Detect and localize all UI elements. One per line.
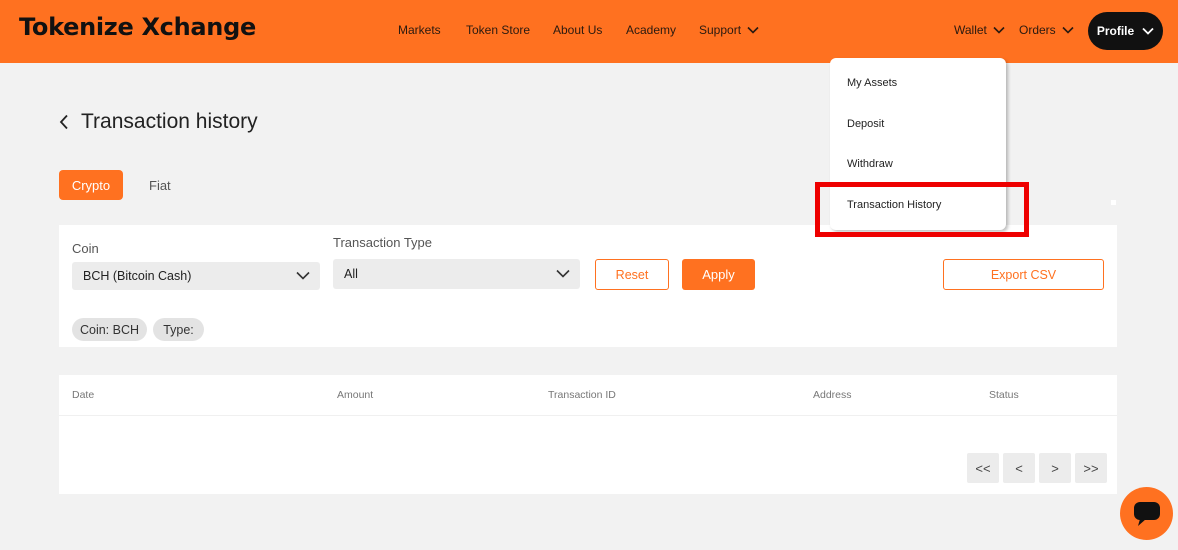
nav-orders-label: Orders	[1019, 23, 1056, 37]
page-header: Transaction history	[59, 110, 258, 134]
nav-markets-label: Markets	[398, 23, 441, 37]
tab-fiat[interactable]: Fiat	[149, 178, 171, 193]
transaction-type-value: All	[344, 267, 358, 281]
column-header-transaction-id: Transaction ID	[548, 389, 616, 401]
chevron-down-icon	[747, 26, 759, 34]
chevron-down-icon	[556, 269, 570, 278]
chevron-down-icon	[1062, 26, 1074, 34]
coin-select-value: BCH (Bitcoin Cash)	[83, 269, 192, 283]
chevron-left-icon[interactable]	[59, 114, 69, 130]
highlight-box	[815, 182, 1029, 237]
nav-wallet-label: Wallet	[954, 23, 987, 37]
chevron-down-icon	[1142, 27, 1154, 35]
export-csv-button[interactable]: Export CSV	[943, 259, 1104, 290]
transaction-type-label: Transaction Type	[333, 235, 432, 250]
transaction-table: Date Amount Transaction ID Address Statu…	[59, 375, 1117, 494]
menu-item-withdraw[interactable]: Withdraw	[847, 158, 893, 170]
apply-button[interactable]: Apply	[682, 259, 755, 290]
prev-page-button[interactable]: <	[1003, 453, 1035, 483]
nav-token-store[interactable]: Token Store	[466, 23, 530, 37]
column-header-status: Status	[989, 389, 1019, 401]
nav-wallet[interactable]: Wallet	[954, 23, 1005, 37]
nav-token-store-label: Token Store	[466, 23, 531, 37]
profile-button[interactable]: Profile	[1088, 12, 1163, 50]
profile-label: Profile	[1096, 24, 1135, 38]
tab-crypto[interactable]: Crypto	[59, 170, 123, 200]
coin-label: Coin	[72, 241, 99, 256]
chat-icon	[1133, 501, 1160, 526]
column-header-address: Address	[813, 389, 852, 401]
last-page-button[interactable]: >>	[1075, 453, 1107, 483]
chevron-down-icon	[296, 271, 310, 280]
logo[interactable]: Tokenize Xchange	[19, 13, 256, 41]
nav-about-us-label: About Us	[553, 23, 603, 37]
menu-item-deposit[interactable]: Deposit	[847, 118, 884, 130]
next-page-button[interactable]: >	[1039, 453, 1071, 483]
nav-about-us[interactable]: About Us	[553, 23, 602, 37]
page-title: Transaction history	[81, 110, 258, 133]
decorative-dot	[1111, 200, 1116, 205]
chevron-down-icon	[993, 26, 1005, 34]
nav-academy[interactable]: Academy	[626, 23, 676, 37]
nav-markets[interactable]: Markets	[398, 23, 441, 37]
first-page-button[interactable]: <<	[967, 453, 999, 483]
nav-support[interactable]: Support	[699, 23, 759, 37]
menu-item-my-assets[interactable]: My Assets	[847, 77, 897, 89]
transaction-type-select[interactable]: All	[333, 259, 580, 289]
column-header-amount: Amount	[337, 389, 374, 401]
reset-button[interactable]: Reset	[595, 259, 669, 290]
filter-chip-type[interactable]: Type:	[153, 318, 204, 341]
nav-support-label: Support	[699, 23, 742, 37]
filter-panel: Coin BCH (Bitcoin Cash) Transaction Type…	[59, 225, 1117, 347]
table-divider	[59, 415, 1117, 416]
column-header-date: Date	[72, 389, 95, 401]
filter-chip-coin[interactable]: Coin: BCH	[72, 318, 147, 341]
chat-button[interactable]	[1120, 487, 1173, 540]
nav-academy-label: Academy	[626, 23, 677, 37]
coin-select[interactable]: BCH (Bitcoin Cash)	[72, 262, 320, 290]
nav-orders[interactable]: Orders	[1019, 23, 1074, 37]
top-nav-bar: Tokenize Xchange Markets Token Store Abo…	[0, 0, 1178, 63]
